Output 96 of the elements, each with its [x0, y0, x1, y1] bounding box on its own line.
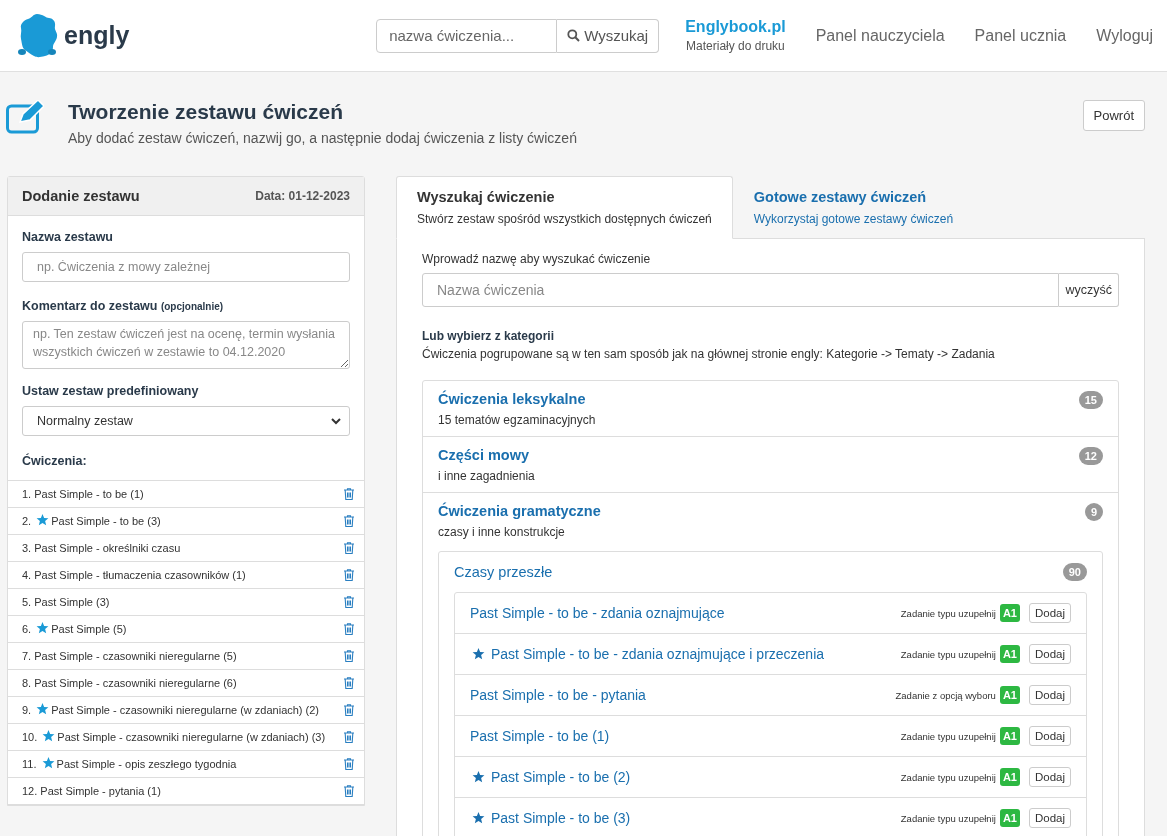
count-badge: 15: [1078, 391, 1103, 409]
exercise-type: Zadanie typu uzupełnij: [900, 607, 996, 619]
exercise-type: Zadanie z opcją wyboru: [895, 689, 996, 701]
category-description: 15 tematów egzaminacyjnych: [438, 413, 596, 427]
exercise-name: 6. Past Simple (5): [22, 622, 127, 637]
star-icon: [42, 730, 56, 743]
search-button[interactable]: Wyszukaj: [557, 18, 660, 53]
preset-select[interactable]: Normalny zestaw: [22, 406, 350, 436]
level-tag: A1: [999, 645, 1020, 663]
trash-icon[interactable]: [344, 650, 354, 662]
category-link[interactable]: Ćwiczenia leksykalne: [438, 391, 596, 407]
star-icon: [472, 648, 485, 660]
logo-text: engly: [64, 21, 130, 50]
field-label: Nazwa zestawu: [22, 230, 114, 244]
count-badge: 12: [1078, 447, 1103, 465]
back-button[interactable]: Powrót: [1082, 100, 1145, 131]
chevron-down-icon: [331, 417, 341, 425]
add-button[interactable]: Dodaj: [1028, 726, 1071, 746]
exercise-type: Zadanie typu uzupełnij: [900, 812, 996, 824]
star-icon: [36, 622, 50, 635]
exercise-type: Zadanie typu uzupełnij: [900, 771, 996, 783]
exercise-name: 12. Past Simple - pytania (1): [22, 784, 161, 799]
trash-icon[interactable]: [344, 677, 354, 689]
star-icon: [41, 757, 55, 770]
page-subtitle: Aby dodać zestaw ćwiczeń, nazwij go, a następnie dodaj ćwiczenia z listy ćwiczeń: [68, 130, 577, 146]
tab[interactable]: Wyszukaj ćwiczenie Stwórz zestaw spośród wszystkich dostępnych ćwiczeń: [396, 176, 733, 239]
exercise-link[interactable]: Past Simple - to be (2): [470, 769, 631, 785]
exercise-type: Zadanie typu uzupełnij: [900, 648, 996, 660]
category-link[interactable]: Ćwiczenia gramatyczne: [438, 503, 601, 519]
star-icon: [472, 771, 485, 783]
exercise-name: 11. Past Simple - opis zeszłego tygodnia: [22, 757, 237, 772]
exercise-name: 8. Past Simple - czasowniki nieregularne (6): [22, 676, 237, 691]
category-link[interactable]: Części mowy: [438, 447, 535, 463]
nav-link[interactable]: Panel nauczyciela: [815, 26, 945, 45]
exercise-link[interactable]: Past Simple - to be (1): [470, 728, 610, 744]
exercise-search-field[interactable]: Nazwa ćwiczenia: [422, 273, 1060, 307]
level-tag: A1: [999, 809, 1020, 827]
level-tag: A1: [999, 727, 1020, 745]
trash-icon[interactable]: [344, 569, 354, 581]
brand-link[interactable]: Englybook.pl: [685, 18, 786, 36]
add-button[interactable]: Dodaj: [1028, 685, 1071, 705]
level-tag: A1: [999, 686, 1020, 704]
trash-icon[interactable]: [344, 596, 354, 608]
star-icon: [472, 812, 485, 824]
exercise-name: 2. Past Simple - to be (3): [22, 514, 161, 529]
trash-icon[interactable]: [344, 731, 354, 743]
add-button[interactable]: Dodaj: [1028, 644, 1071, 664]
field-label: Ustaw zestaw predefiniowany: [22, 384, 200, 398]
exercise-link[interactable]: Past Simple - to be - zdania oznajmujące i przeczenia: [470, 646, 825, 662]
category-description: i inne zagadnienia: [438, 469, 535, 483]
count-badge: 9: [1084, 503, 1103, 521]
panel-title: Dodanie zestawu: [22, 188, 140, 204]
exercise-name: 10. Past Simple - czasowniki nieregularne (w zdaniach) (3): [22, 730, 326, 745]
trash-icon[interactable]: [344, 488, 354, 500]
categories-hint: Ćwiczenia pogrupowane są w ten sam sposób jak na głównej stronie engly: Kategorie -> Tematy -> Zadania: [422, 347, 996, 361]
exercise-name: 5. Past Simple (3): [22, 595, 110, 610]
level-tag: A1: [999, 604, 1020, 622]
page-title: Tworzenie zestawu ćwiczeń: [68, 100, 345, 124]
nav-link[interactable]: Panel ucznia: [974, 26, 1067, 45]
trash-icon[interactable]: [344, 542, 354, 554]
search-label: Wprowadź nazwę aby wyszukać ćwiczenie: [422, 252, 652, 266]
edit-icon: [6, 100, 44, 134]
exercise-name: 3. Past Simple - określniki czasu: [22, 541, 181, 556]
level-tag: A1: [999, 768, 1020, 786]
add-button[interactable]: Dodaj: [1028, 767, 1071, 787]
add-button[interactable]: Dodaj: [1028, 808, 1071, 828]
search-icon: [567, 29, 581, 42]
comment-field[interactable]: np. Ten zestaw ćwiczeń jest na ocenę, termin wysłania wszystkich ćwiczeń w zestawie to 04.12.2020: [22, 321, 350, 369]
trash-icon[interactable]: [344, 704, 354, 716]
exercise-link[interactable]: Past Simple - to be - pytania: [470, 687, 646, 703]
set-name-field[interactable]: np. Ćwiczenia z mowy zależnej: [22, 252, 350, 282]
trash-icon[interactable]: [344, 758, 354, 770]
nav-link[interactable]: Wyloguj: [1096, 26, 1153, 45]
trash-icon[interactable]: [344, 785, 354, 797]
exercise-type: Zadanie typu uzupełnij: [900, 730, 996, 742]
categories-label: Lub wybierz z kategorii: [422, 329, 556, 343]
exercise-name: 1. Past Simple - to be (1): [22, 487, 144, 502]
count-badge: 90: [1062, 563, 1087, 581]
star-icon: [36, 514, 50, 527]
add-button[interactable]: Dodaj: [1028, 603, 1071, 623]
category-description: czasy i inne konstrukcje: [438, 525, 566, 539]
exercise-link[interactable]: Past Simple - to be - zdania oznajmujące: [470, 605, 725, 621]
exercise-name: 7. Past Simple - czasowniki nieregularne (5): [22, 649, 237, 664]
subcategory-link[interactable]: Czasy przeszłe: [454, 564, 553, 580]
clear-button[interactable]: wyczyść: [1059, 273, 1119, 307]
exercise-link[interactable]: Past Simple - to be (3): [470, 810, 631, 826]
field-label: Ćwiczenia:: [22, 454, 88, 468]
trash-icon[interactable]: [344, 623, 354, 635]
exercise-name: 4. Past Simple - tłumaczenia czasowników (1): [22, 568, 246, 583]
star-icon: [36, 703, 50, 716]
brand-caption: Materiały do druku: [686, 39, 785, 53]
exercise-name: 9. Past Simple - czasowniki nieregularne (w zdaniach) (2): [22, 703, 320, 718]
search-field[interactable]: nazwa ćwiczenia...: [376, 18, 558, 53]
field-label: Komentarz do zestawu (opcjonalnie): [22, 299, 225, 313]
panel-date: Data: 01-12-2023: [255, 189, 350, 203]
trash-icon[interactable]: [344, 515, 354, 527]
